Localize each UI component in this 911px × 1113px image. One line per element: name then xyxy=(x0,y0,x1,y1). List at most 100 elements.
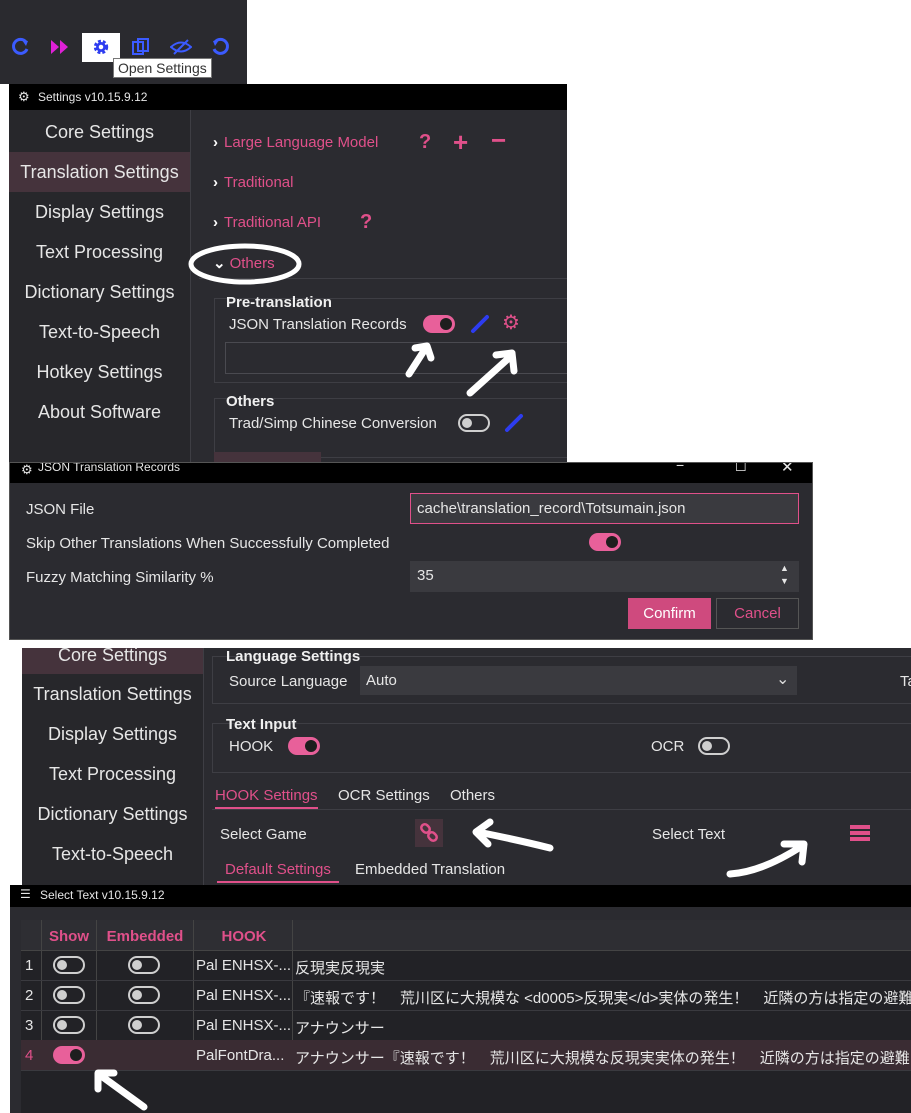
embedded-toggle[interactable] xyxy=(128,956,160,974)
list-icon xyxy=(850,825,870,841)
nav-about-software[interactable]: About Software xyxy=(9,402,190,423)
show-toggle[interactable] xyxy=(53,986,85,1004)
minimize-icon[interactable]: − xyxy=(676,463,684,473)
source-language-select[interactable]: Auto ⌄ xyxy=(360,666,797,695)
text-cell: アナウンサー xyxy=(295,1020,385,1037)
json-dialog-titlebar: ⚙ JSON Translation Records − ☐ ✕ xyxy=(10,462,812,483)
section-traditional[interactable]: › Traditional xyxy=(213,174,293,191)
show-toggle[interactable] xyxy=(53,956,85,974)
partial-button xyxy=(214,452,321,462)
nav-text-processing[interactable]: Text Processing xyxy=(22,764,203,785)
skip-toggle[interactable] xyxy=(589,533,621,551)
maximize-icon[interactable]: ☐ xyxy=(735,463,747,475)
copy-icon[interactable] xyxy=(131,37,151,57)
minus-icon[interactable]: − xyxy=(491,125,506,156)
hook-cell: Pal ENHSX-... xyxy=(196,1017,291,1034)
ocr-toggle[interactable] xyxy=(698,737,730,755)
cancel-button[interactable]: Cancel xyxy=(716,598,799,629)
table-row[interactable]: 1 Pal ENHSX-... 反現実反現実 xyxy=(21,950,911,981)
json-file-input[interactable]: cache\translation_record\Totsumain.json xyxy=(410,493,799,524)
chevron-right-icon: › xyxy=(213,134,218,151)
nav-hotkey-settings[interactable]: Hotkey Settings xyxy=(9,362,190,383)
nav-text-to-speech[interactable]: Text-to-Speech xyxy=(22,844,203,865)
table-row-selected[interactable]: 4 PalFontDra... アナウンサー『速報です！ 荒川区に大規模な反現実… xyxy=(21,1040,911,1071)
edit-icon[interactable] xyxy=(469,313,491,335)
subtab-embedded-translation[interactable]: Embedded Translation xyxy=(355,861,505,878)
select-text-titlebar: ☰ Select Text v10.15.9.12 xyxy=(10,885,911,907)
plus-icon[interactable]: + xyxy=(453,127,468,158)
section-label: Traditional xyxy=(224,174,294,191)
text-cell: アナウンサー『速報です！ 荒川区に大規模な反現実実体の発生！ 近隣の方は指定の避… xyxy=(295,1050,911,1067)
subtab-default-settings[interactable]: Default Settings xyxy=(217,861,339,883)
nav-text-processing[interactable]: Text Processing xyxy=(9,242,190,263)
nav-core-settings[interactable]: Core Settings xyxy=(9,122,190,143)
core-sidebar: Core Settings Translation Settings Displ… xyxy=(22,648,204,888)
eye-slash-icon[interactable] xyxy=(170,38,192,56)
gear-icon: ⚙ xyxy=(18,89,30,104)
select-game-button[interactable] xyxy=(415,819,443,847)
settings-window: ⚙ Settings v10.15.9.12 Core Settings Tra… xyxy=(9,84,567,462)
table-row[interactable]: 2 Pal ENHSX-... 『速報です！ 荒川区に大規模な <d0005>反… xyxy=(21,980,911,1011)
gear-icon: ⚙ xyxy=(21,462,33,477)
section-large-language-model[interactable]: › Large Language Model xyxy=(213,134,378,151)
gear-icon[interactable]: ⚙ xyxy=(502,310,520,335)
hook-toggle[interactable] xyxy=(288,737,320,755)
nav-display-settings[interactable]: Display Settings xyxy=(9,202,190,223)
source-language-label: Source Language xyxy=(229,673,348,690)
chevron-down-icon: ⌄ xyxy=(776,671,790,688)
row-number: 3 xyxy=(25,1017,34,1034)
fuzzy-spinbox[interactable]: 35 ▲ ▼ xyxy=(410,561,799,592)
cut-label: Ta xyxy=(900,673,911,690)
select-text-window: ☰ Select Text v10.15.9.12 Show Embedded … xyxy=(10,885,911,1113)
help-icon[interactable]: ? xyxy=(419,131,431,154)
others-group-title: Others xyxy=(226,393,275,410)
chevron-right-icon: › xyxy=(213,174,218,191)
fast-forward-icon[interactable] xyxy=(49,38,71,56)
reload-icon[interactable] xyxy=(11,37,31,57)
tab-others[interactable]: Others xyxy=(450,787,495,804)
hook-cell: PalFontDra... xyxy=(196,1047,285,1064)
nav-dictionary-settings[interactable]: Dictionary Settings xyxy=(9,282,190,303)
highlight-ellipse xyxy=(188,243,302,285)
select-text-button[interactable] xyxy=(847,823,871,843)
annotation-arrow xyxy=(726,840,808,878)
column-header-hook[interactable]: HOOK xyxy=(194,928,294,945)
source-language-value: Auto xyxy=(366,672,397,689)
language-settings-title: Language Settings xyxy=(226,648,361,665)
tab-hook-settings[interactable]: HOOK Settings xyxy=(215,787,318,809)
nav-dictionary-settings[interactable]: Dictionary Settings xyxy=(22,804,203,825)
nav-core-settings[interactable]: Core Settings xyxy=(22,648,203,674)
nav-display-settings[interactable]: Display Settings xyxy=(22,724,203,745)
table-row[interactable]: 3 Pal ENHSX-... アナウンサー xyxy=(21,1010,911,1041)
undo-icon[interactable] xyxy=(210,37,230,57)
annotation-arrow xyxy=(94,1069,148,1111)
column-header-embedded[interactable]: Embedded xyxy=(97,928,193,945)
embedded-toggle[interactable] xyxy=(128,1016,160,1034)
settings-sidebar: Core Settings Translation Settings Displ… xyxy=(9,110,191,462)
section-label: Large Language Model xyxy=(224,134,379,151)
nav-translation-settings[interactable]: Translation Settings xyxy=(9,152,190,192)
show-toggle[interactable] xyxy=(53,1046,85,1064)
nav-text-to-speech[interactable]: Text-to-Speech xyxy=(9,322,190,343)
trad-simp-toggle[interactable] xyxy=(458,414,490,432)
embedded-toggle[interactable] xyxy=(128,986,160,1004)
tooltip: Open Settings xyxy=(113,58,212,78)
column-header-show[interactable]: Show xyxy=(42,928,96,945)
spin-down-icon[interactable]: ▼ xyxy=(780,576,789,586)
list-icon: ☰ xyxy=(20,887,31,901)
gear-icon xyxy=(93,39,109,55)
spin-up-icon[interactable]: ▲ xyxy=(780,563,789,573)
section-traditional-api[interactable]: › Traditional API xyxy=(213,214,321,231)
tab-ocr-settings[interactable]: OCR Settings xyxy=(338,787,430,804)
close-icon[interactable]: ✕ xyxy=(781,463,794,476)
show-toggle[interactable] xyxy=(53,1016,85,1034)
settings-titlebar: ⚙ Settings v10.15.9.12 xyxy=(9,84,567,110)
json-records-toggle[interactable] xyxy=(423,315,455,333)
core-window: Core Settings Translation Settings Displ… xyxy=(22,648,911,888)
select-game-label: Select Game xyxy=(220,826,307,843)
confirm-button[interactable]: Confirm xyxy=(628,598,711,629)
nav-translation-settings[interactable]: Translation Settings xyxy=(22,684,203,705)
help-icon[interactable]: ? xyxy=(360,211,372,234)
trad-simp-label: Trad/Simp Chinese Conversion xyxy=(229,415,437,432)
edit-icon[interactable] xyxy=(503,412,525,434)
